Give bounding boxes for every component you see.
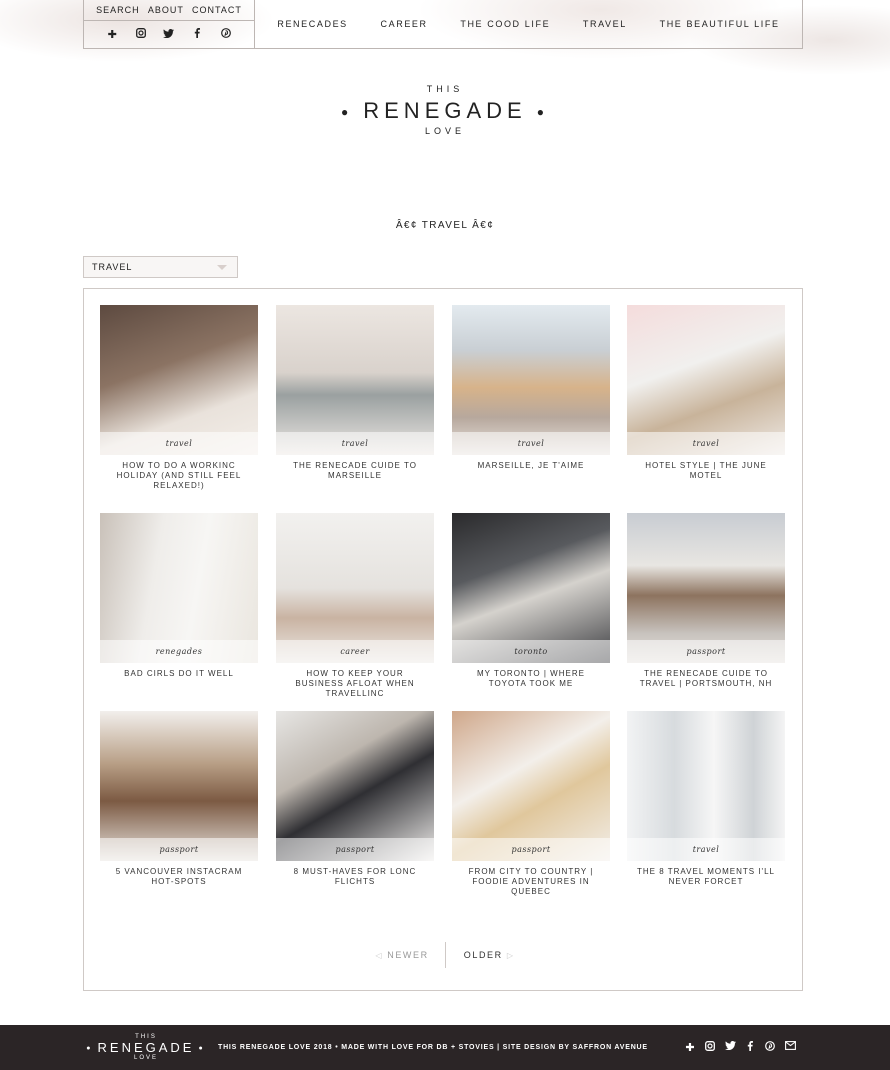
facebook-icon[interactable]	[744, 1041, 756, 1054]
post-category-tag[interactable]: travel	[452, 432, 610, 455]
post-category-tag[interactable]: travel	[627, 432, 785, 455]
post-thumbnail[interactable]: passport	[276, 711, 434, 861]
newer-posts-link[interactable]: ◁ NEWER	[375, 950, 428, 960]
post-thumbnail[interactable]: toronto	[452, 513, 610, 663]
twitter-icon[interactable]	[162, 28, 176, 41]
post-title[interactable]: MY TORONTO | WHERE TOYOTA TOOK ME	[452, 669, 610, 689]
nav-item-the-beautiful-life[interactable]: THE BEAUTIFUL LIFE	[660, 19, 780, 29]
newer-label: NEWER	[387, 950, 429, 960]
post-card[interactable]: career HOW TO KEEP YOUR BUSINESS AFLOAT W…	[276, 513, 434, 699]
footer: THIS ● RENEGADE ● LOVE THIS RENEGADE LOVE …	[0, 1025, 890, 1070]
post-thumbnail[interactable]: travel	[452, 305, 610, 455]
post-card[interactable]: renegades BAD CIRLS DO IT WELL	[100, 513, 258, 679]
nav-item-the-good-life[interactable]: THE COOD LIFE	[460, 19, 550, 29]
post-category-tag[interactable]: toronto	[452, 640, 610, 663]
pinterest-icon[interactable]	[219, 28, 233, 41]
post-thumbnail[interactable]: renegades	[100, 513, 258, 663]
plus-icon[interactable]: ✚	[684, 1041, 696, 1054]
instagram-icon[interactable]	[704, 1041, 716, 1054]
nav-item-career[interactable]: CAREER	[381, 19, 428, 29]
footer-logo-main: ● RENEGADE ●	[86, 1040, 206, 1055]
utility-links: SEARCH ABOUT CONTACT	[84, 0, 254, 21]
utility-area: SEARCH ABOUT CONTACT ✚	[84, 0, 255, 48]
site-logo[interactable]: THIS ● RENEGADE ● LOVE	[0, 84, 890, 136]
logo-main: ● RENEGADE ●	[341, 98, 549, 123]
instagram-icon[interactable]	[134, 28, 148, 41]
post-thumbnail[interactable]: travel	[100, 305, 258, 455]
post-title[interactable]: 5 VANCOUVER INSTACRAM HOT-SPOTS	[100, 867, 258, 887]
pagination: ◁ NEWER OLDER ▷	[0, 942, 890, 968]
contact-link[interactable]: CONTACT	[192, 5, 242, 15]
post-category-tag[interactable]: passport	[627, 640, 785, 663]
pager-divider	[444, 942, 446, 968]
post-card[interactable]: travel THE RENECADE CUIDE TO MARSEILLE	[276, 305, 434, 481]
plus-icon[interactable]: ✚	[105, 28, 119, 41]
post-category-tag[interactable]: career	[276, 640, 434, 663]
post-thumbnail[interactable]: career	[276, 513, 434, 663]
post-thumbnail[interactable]: travel	[276, 305, 434, 455]
top-navigation-bar: SEARCH ABOUT CONTACT ✚ RENECADES CAREER …	[83, 0, 803, 49]
post-category-tag[interactable]: passport	[452, 838, 610, 861]
category-select-value: TRAVEL	[92, 262, 133, 272]
older-label: OLDER	[463, 950, 503, 960]
page-title: Â€¢ TRAVEL Â€¢	[395, 220, 495, 231]
post-thumbnail[interactable]: passport	[627, 513, 785, 663]
post-title[interactable]: THE RENECADE CUIDE TO TRAVEL | PORTSMOUT…	[627, 669, 785, 689]
post-title[interactable]: BAD CIRLS DO IT WELL	[100, 669, 258, 679]
chevron-right-icon: ▷	[506, 951, 515, 960]
post-thumbnail[interactable]: travel	[627, 305, 785, 455]
post-category-tag[interactable]: travel	[276, 432, 434, 455]
post-title[interactable]: THE RENECADE CUIDE TO MARSEILLE	[276, 461, 434, 481]
social-links: ✚	[84, 21, 254, 48]
post-card[interactable]: passport FROM CITY TO COUNTRY | FOODIE AD…	[452, 711, 610, 897]
post-thumbnail[interactable]: passport	[100, 711, 258, 861]
footer-logo[interactable]: THIS ● RENEGADE ● LOVE	[82, 1034, 210, 1061]
chevron-down-icon	[217, 265, 227, 270]
post-title[interactable]: FROM CITY TO COUNTRY | FOODIE ADVENTURES…	[452, 867, 610, 897]
footer-copyright: THIS RENEGADE LOVE 2018 • MADE WITH LOVE…	[218, 1044, 648, 1051]
post-card[interactable]: travel THE 8 TRAVEL MOMENTS I'LL NEVER FO…	[627, 711, 785, 887]
search-link[interactable]: SEARCH	[96, 5, 140, 15]
post-title[interactable]: 8 MUST-HAVES FOR LONC FLICHTS	[276, 867, 434, 887]
older-posts-link[interactable]: OLDER ▷	[464, 950, 515, 960]
post-category-tag[interactable]: passport	[100, 838, 258, 861]
logo-top-text: THIS	[426, 84, 464, 94]
post-title[interactable]: HOTEL STYLE | THE JUNE MOTEL	[627, 461, 785, 481]
main-navigation: RENECADES CAREER THE COOD LIFE TRAVEL TH…	[255, 0, 802, 48]
facebook-icon[interactable]	[190, 28, 204, 41]
about-link[interactable]: ABOUT	[148, 5, 184, 15]
post-category-tag[interactable]: travel	[100, 432, 258, 455]
post-title[interactable]: MARSEILLE, JE T'AIME	[452, 461, 610, 471]
post-thumbnail[interactable]: passport	[452, 711, 610, 861]
post-category-tag[interactable]: passport	[276, 838, 434, 861]
category-select[interactable]: TRAVEL	[83, 256, 238, 278]
post-card[interactable]: passport 5 VANCOUVER INSTACRAM HOT-SPOTS	[100, 711, 258, 887]
post-card[interactable]: travel HOTEL STYLE | THE JUNE MOTEL	[627, 305, 785, 481]
post-card[interactable]: travel HOW TO DO A WORKINC HOLIDAY (AND S…	[100, 305, 258, 491]
post-card[interactable]: passport 8 MUST-HAVES FOR LONC FLICHTS	[276, 711, 434, 887]
footer-logo-main-text: RENEGADE	[97, 1040, 195, 1055]
chevron-left-icon: ◁	[375, 951, 384, 960]
post-category-tag[interactable]: renegades	[100, 640, 258, 663]
footer-social-links: ✚	[684, 1041, 796, 1054]
post-card[interactable]: passport THE RENECADE CUIDE TO TRAVEL | P…	[627, 513, 785, 689]
pinterest-icon[interactable]	[764, 1041, 776, 1054]
logo-bottom-text: LOVE	[424, 126, 465, 136]
post-category-tag[interactable]: travel	[627, 838, 785, 861]
post-title[interactable]: HOW TO KEEP YOUR BUSINESS AFLOAT WHEN TR…	[276, 669, 434, 699]
nav-item-travel[interactable]: TRAVEL	[583, 19, 627, 29]
twitter-icon[interactable]	[724, 1041, 736, 1054]
post-thumbnail[interactable]: travel	[627, 711, 785, 861]
post-card[interactable]: travel MARSEILLE, JE T'AIME	[452, 305, 610, 471]
post-title[interactable]: THE 8 TRAVEL MOMENTS I'LL NEVER FORCET	[627, 867, 785, 887]
email-icon[interactable]	[784, 1041, 796, 1054]
post-title[interactable]: HOW TO DO A WORKINC HOLIDAY (AND STILL F…	[100, 461, 258, 491]
nav-item-renegades[interactable]: RENECADES	[277, 19, 347, 29]
footer-logo-bottom: LOVE	[133, 1055, 158, 1061]
post-card[interactable]: toronto MY TORONTO | WHERE TOYOTA TOOK ME	[452, 513, 610, 689]
logo-main-text: RENEGADE	[363, 98, 527, 123]
